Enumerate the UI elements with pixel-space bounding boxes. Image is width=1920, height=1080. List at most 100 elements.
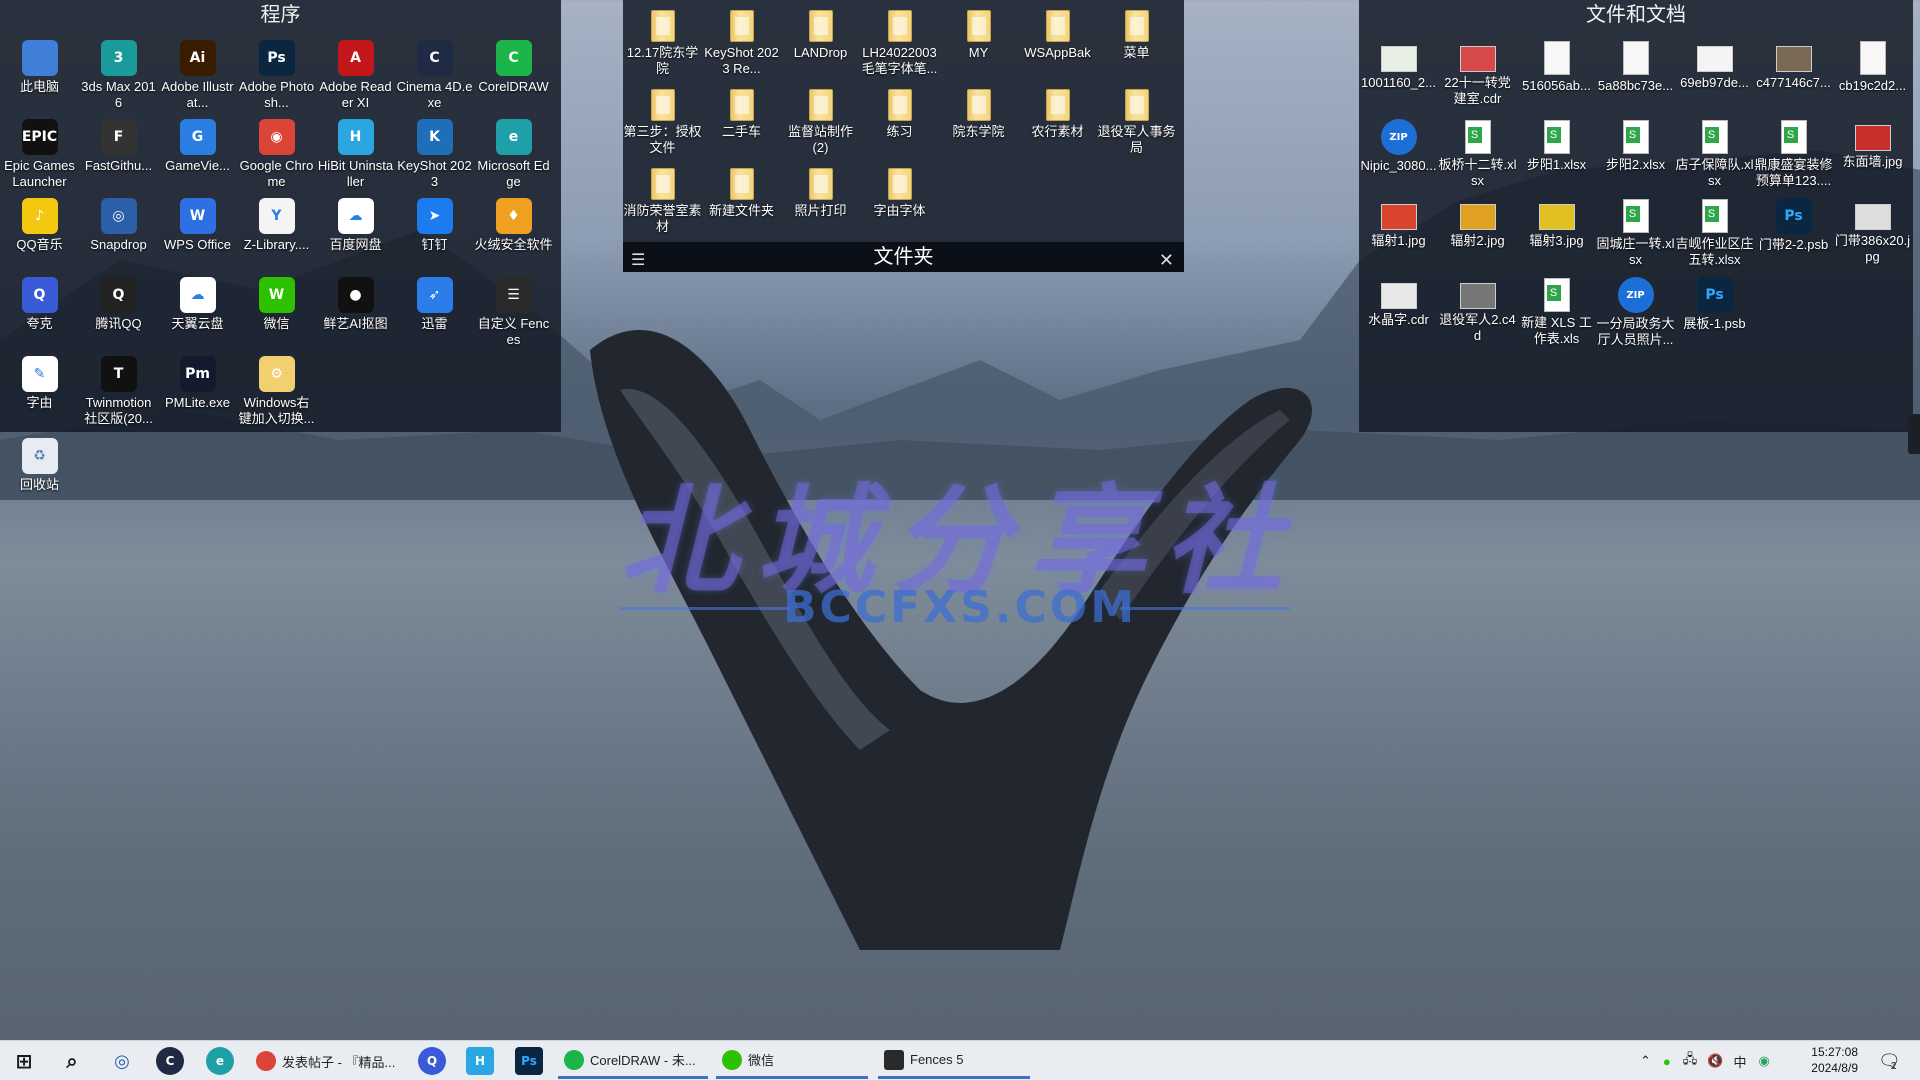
- folders-item[interactable]: 退役军人事务局: [1097, 83, 1176, 162]
- programs-item[interactable]: ✎ 字由: [0, 352, 79, 431]
- quark-icon[interactable]: Q: [418, 1047, 446, 1075]
- cinema4d-icon[interactable]: C: [156, 1047, 184, 1075]
- documents-item[interactable]: Ps 展板-1.psb: [1675, 273, 1754, 352]
- programs-item[interactable]: Pm PMLite.exe: [158, 352, 237, 431]
- documents-item[interactable]: 步阳1.xlsx: [1517, 115, 1596, 194]
- documents-fence[interactable]: 文件和文档 1001160_2... 22十一转党建室.cdr 516056ab..…: [1359, 0, 1913, 432]
- windows-start-icon[interactable]: ⊞: [10, 1047, 38, 1075]
- folders-item[interactable]: LH24022003毛笔字体笔...: [860, 4, 939, 83]
- programs-item[interactable]: F FastGithu...: [79, 115, 158, 194]
- folders-item[interactable]: LANDrop: [781, 4, 860, 83]
- edge-icon[interactable]: e: [206, 1047, 234, 1075]
- fence-menu-icon[interactable]: ☰: [631, 246, 645, 276]
- folders-fence-title[interactable]: 文件夹: [874, 246, 934, 268]
- programs-item[interactable]: ● 鲜艺AI抠图: [316, 273, 395, 352]
- folders-item[interactable]: KeyShot 2023 Re...: [702, 4, 781, 83]
- programs-item[interactable]: T Twinmotion 社区版(20...: [79, 352, 158, 431]
- documents-item[interactable]: 辐射1.jpg: [1359, 194, 1438, 273]
- programs-item[interactable]: 3 3ds Max 2016: [79, 36, 158, 115]
- folders-item[interactable]: 字由字体: [860, 162, 939, 241]
- search-icon[interactable]: ⌕: [58, 1047, 86, 1075]
- sync-tray-icon[interactable]: ◉: [1758, 1053, 1769, 1069]
- folders-item[interactable]: MY: [939, 4, 1018, 83]
- documents-item[interactable]: ZIP 一分局政务大厅人员照片...: [1596, 273, 1675, 352]
- programs-item[interactable]: H HiBit Uninstaller: [316, 115, 395, 194]
- documents-item[interactable]: 固城庄一转.xlsx: [1596, 194, 1675, 273]
- volume-muted-icon[interactable]: 🔇: [1707, 1053, 1723, 1069]
- programs-item[interactable]: A Adobe Reader XI: [316, 36, 395, 115]
- programs-item[interactable]: C Cinema 4D.exe: [395, 36, 474, 115]
- documents-item[interactable]: 鼎康盛宴装修预算单123....: [1754, 115, 1833, 194]
- documents-item[interactable]: 新建 XLS 工作表.xls: [1517, 273, 1596, 352]
- programs-item[interactable]: C CorelDRAW: [474, 36, 553, 115]
- programs-item[interactable]: ◉ Google Chrome: [237, 115, 316, 194]
- ime-indicator[interactable]: 中: [1733, 1052, 1746, 1071]
- documents-item[interactable]: 店子保障队.xlsx: [1675, 115, 1754, 194]
- documents-item[interactable]: 辐射2.jpg: [1438, 194, 1517, 273]
- folders-item[interactable]: 练习: [860, 83, 939, 162]
- programs-item[interactable]: Q 腾讯QQ: [79, 273, 158, 352]
- folders-item[interactable]: 二手车: [702, 83, 781, 162]
- documents-item[interactable]: 5a88bc73e...: [1596, 36, 1675, 115]
- documents-item[interactable]: 退役军人2.c4d: [1438, 273, 1517, 352]
- programs-item[interactable]: W WPS Office: [158, 194, 237, 273]
- documents-fence-title[interactable]: 文件和文档: [1359, 0, 1913, 30]
- folders-item[interactable]: 消防荣誉室素材: [623, 162, 702, 241]
- recycle-bin[interactable]: ♻ 回收站: [0, 434, 79, 513]
- folders-item[interactable]: 院东学院: [939, 83, 1018, 162]
- taskbar-task-coreldraw[interactable]: CorelDRAW - 未...: [558, 1043, 708, 1079]
- programs-item[interactable]: ♪ QQ音乐: [0, 194, 79, 273]
- programs-item[interactable]: Ps Adobe Photosh...: [237, 36, 316, 115]
- wechat-tray-icon[interactable]: ●: [1663, 1054, 1671, 1069]
- folders-item[interactable]: 12.17院东学院: [623, 4, 702, 83]
- documents-item[interactable]: 辐射3.jpg: [1517, 194, 1596, 273]
- programs-item[interactable]: ➶ 迅雷: [395, 273, 474, 352]
- documents-item[interactable]: 22十一转党建室.cdr: [1438, 36, 1517, 115]
- taskbar-task-wechat[interactable]: 微信: [716, 1043, 868, 1079]
- programs-item[interactable]: G GameVie...: [158, 115, 237, 194]
- documents-item[interactable]: 门带386x20.jpg: [1833, 194, 1912, 273]
- documents-item[interactable]: 步阳2.xlsx: [1596, 115, 1675, 194]
- documents-item[interactable]: 板桥十二转.xlsx: [1438, 115, 1517, 194]
- programs-item[interactable]: Q 夸克: [0, 273, 79, 352]
- programs-item[interactable]: e Microsoft Edge: [474, 115, 553, 194]
- documents-item[interactable]: ZIP Nipic_3080...: [1359, 115, 1438, 194]
- folders-item[interactable]: 监督站制作(2): [781, 83, 860, 162]
- documents-item[interactable]: 1001160_2...: [1359, 36, 1438, 115]
- chevron-up-icon[interactable]: ⌃: [1640, 1053, 1651, 1069]
- folders-item[interactable]: 第三步：授权文件: [623, 83, 702, 162]
- documents-item[interactable]: 水晶字.cdr: [1359, 273, 1438, 352]
- programs-item[interactable]: ⚙ Windows右键加入切换...: [237, 352, 316, 431]
- programs-item[interactable]: Ai Adobe Illustrat...: [158, 36, 237, 115]
- folders-fence[interactable]: 12.17院东学院 KeyShot 2023 Re... LANDrop LH2402…: [623, 0, 1184, 272]
- folders-item[interactable]: 新建文件夹: [702, 162, 781, 241]
- programs-item[interactable]: 此电脑: [0, 36, 79, 115]
- snapdrop-icon[interactable]: ◎: [108, 1047, 136, 1075]
- taskbar-clock[interactable]: 15:27:08 2024/8/9: [1811, 1044, 1858, 1076]
- programs-item[interactable]: EPIC Epic Games Launcher: [0, 115, 79, 194]
- notification-center[interactable]: 🗨 2: [1878, 1041, 1901, 1080]
- hibit-icon[interactable]: H: [466, 1047, 494, 1075]
- fence-side-handle[interactable]: [1908, 414, 1920, 454]
- documents-item[interactable]: 516056ab...: [1517, 36, 1596, 115]
- documents-item[interactable]: c477146c7...: [1754, 36, 1833, 115]
- documents-item[interactable]: 69eb97de...: [1675, 36, 1754, 115]
- programs-item[interactable]: ☰ 自定义 Fences: [474, 273, 553, 352]
- programs-item[interactable]: K KeyShot 2023: [395, 115, 474, 194]
- documents-item[interactable]: 吉岘作业区庄五转.xlsx: [1675, 194, 1754, 273]
- programs-item[interactable]: ➤ 钉钉: [395, 194, 474, 273]
- folders-item[interactable]: WSAppBak: [1018, 4, 1097, 83]
- taskbar-task-fences[interactable]: Fences 5: [878, 1043, 1030, 1079]
- photoshop-icon[interactable]: Ps: [515, 1047, 543, 1075]
- programs-item[interactable]: Y Z-Library....: [237, 194, 316, 273]
- programs-item[interactable]: W 微信: [237, 273, 316, 352]
- close-icon[interactable]: ✕: [1159, 245, 1174, 275]
- programs-item[interactable]: ♦ 火绒安全软件: [474, 194, 553, 273]
- programs-item[interactable]: ◎ Snapdrop: [79, 194, 158, 273]
- programs-item[interactable]: ☁ 天翼云盘: [158, 273, 237, 352]
- network-icon[interactable]: 🖧: [1683, 1050, 1698, 1072]
- taskbar-task-chrome[interactable]: 发表帖子 - 『精品...: [250, 1043, 402, 1079]
- folders-item[interactable]: 菜单: [1097, 4, 1176, 83]
- folders-item[interactable]: 农行素材: [1018, 83, 1097, 162]
- folders-item[interactable]: 照片打印: [781, 162, 860, 241]
